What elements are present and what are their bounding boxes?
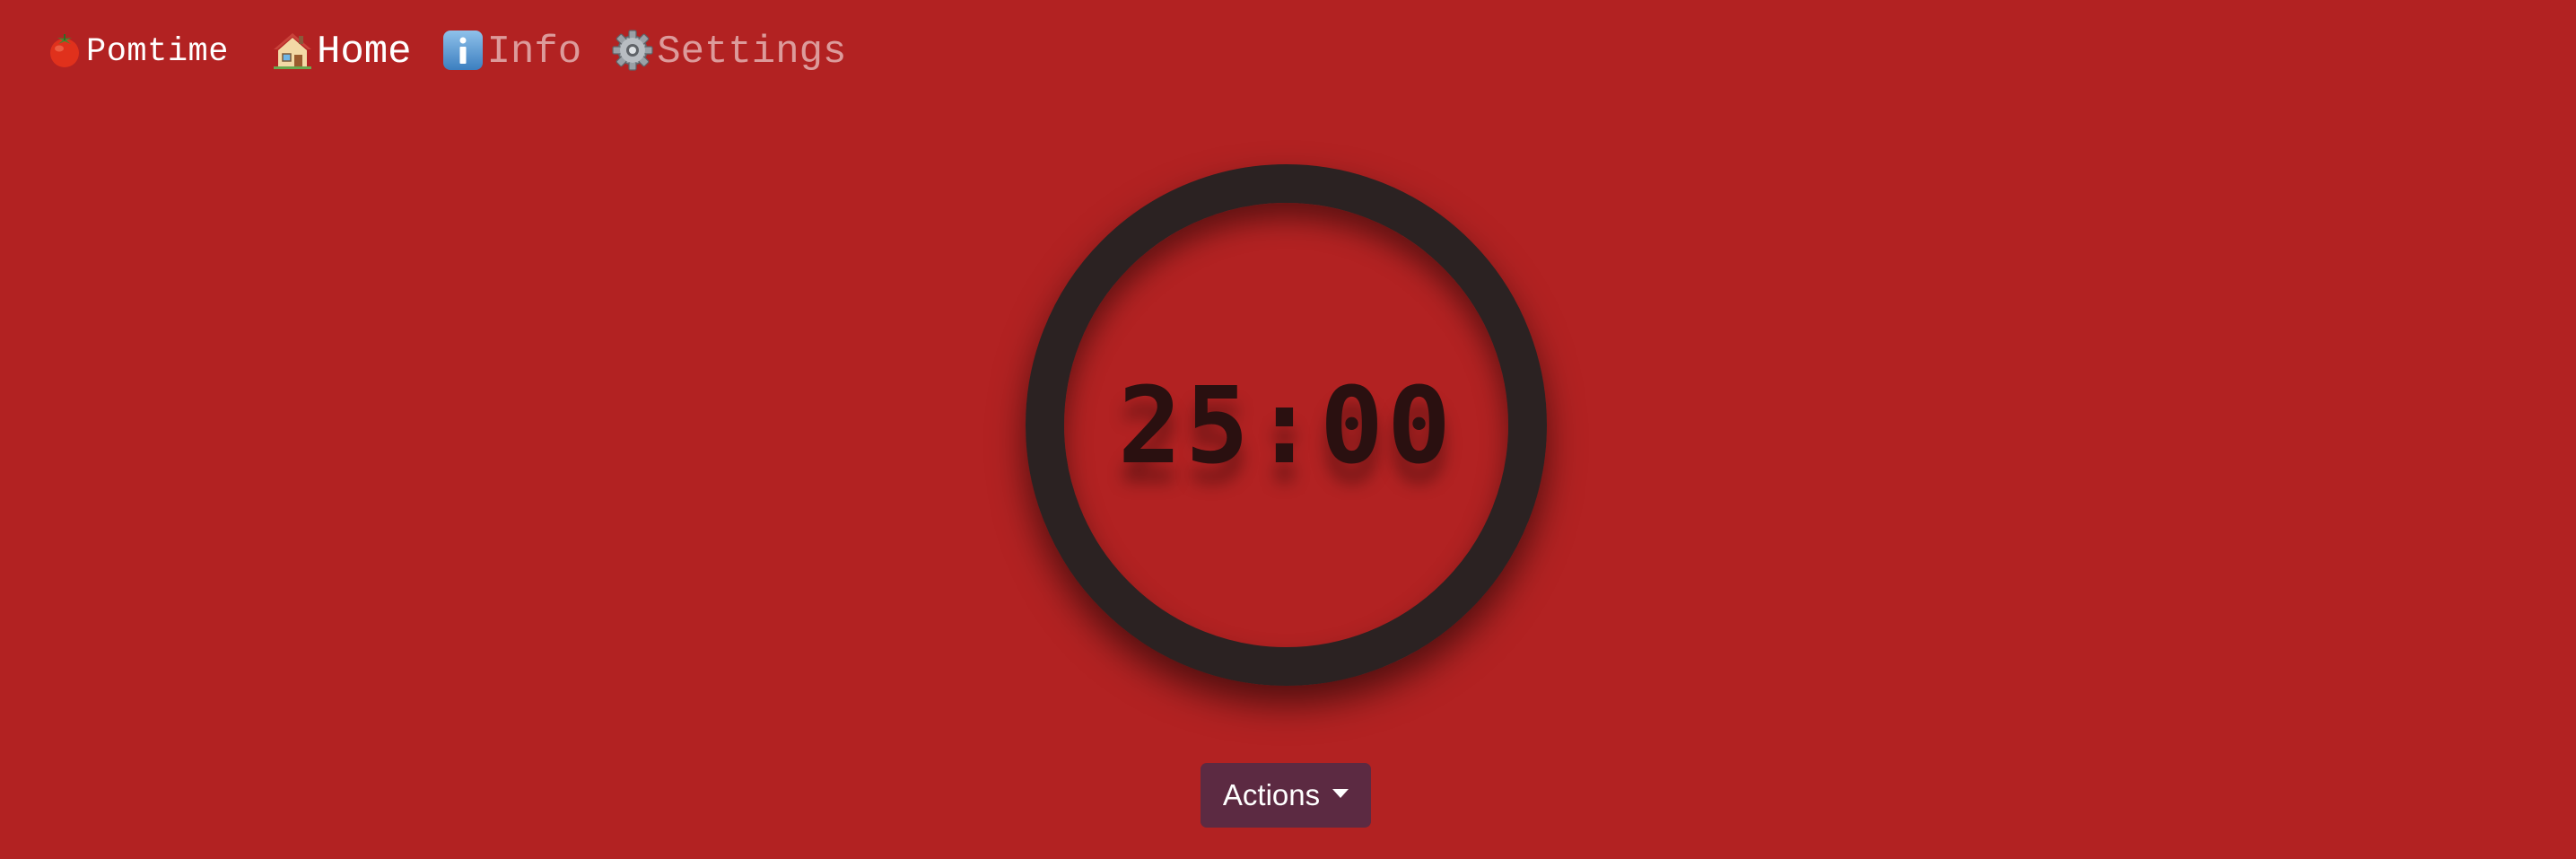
gear-icon (610, 28, 655, 77)
nav-link-home[interactable]: Home (270, 28, 412, 77)
nav-label-home: Home (316, 30, 412, 75)
nav-link-settings[interactable]: Settings (610, 28, 846, 77)
actions-label: Actions (1222, 778, 1321, 811)
nav-link-info[interactable]: Info (441, 28, 582, 77)
timer-display: 25:00 (1117, 363, 1455, 487)
nav-label-info: Info (486, 30, 582, 75)
brand-link[interactable]: Pomtime (45, 31, 229, 75)
house-icon (270, 28, 315, 77)
info-icon (441, 28, 485, 77)
brand-label: Pomtime (86, 33, 229, 71)
caret-down-icon (1332, 789, 1349, 798)
tomato-icon (45, 31, 84, 75)
actions-dropdown-button[interactable]: Actions (1201, 763, 1371, 828)
nav-label-settings: Settings (657, 30, 847, 75)
top-navbar: Pomtime Home Info Settings (45, 20, 875, 84)
